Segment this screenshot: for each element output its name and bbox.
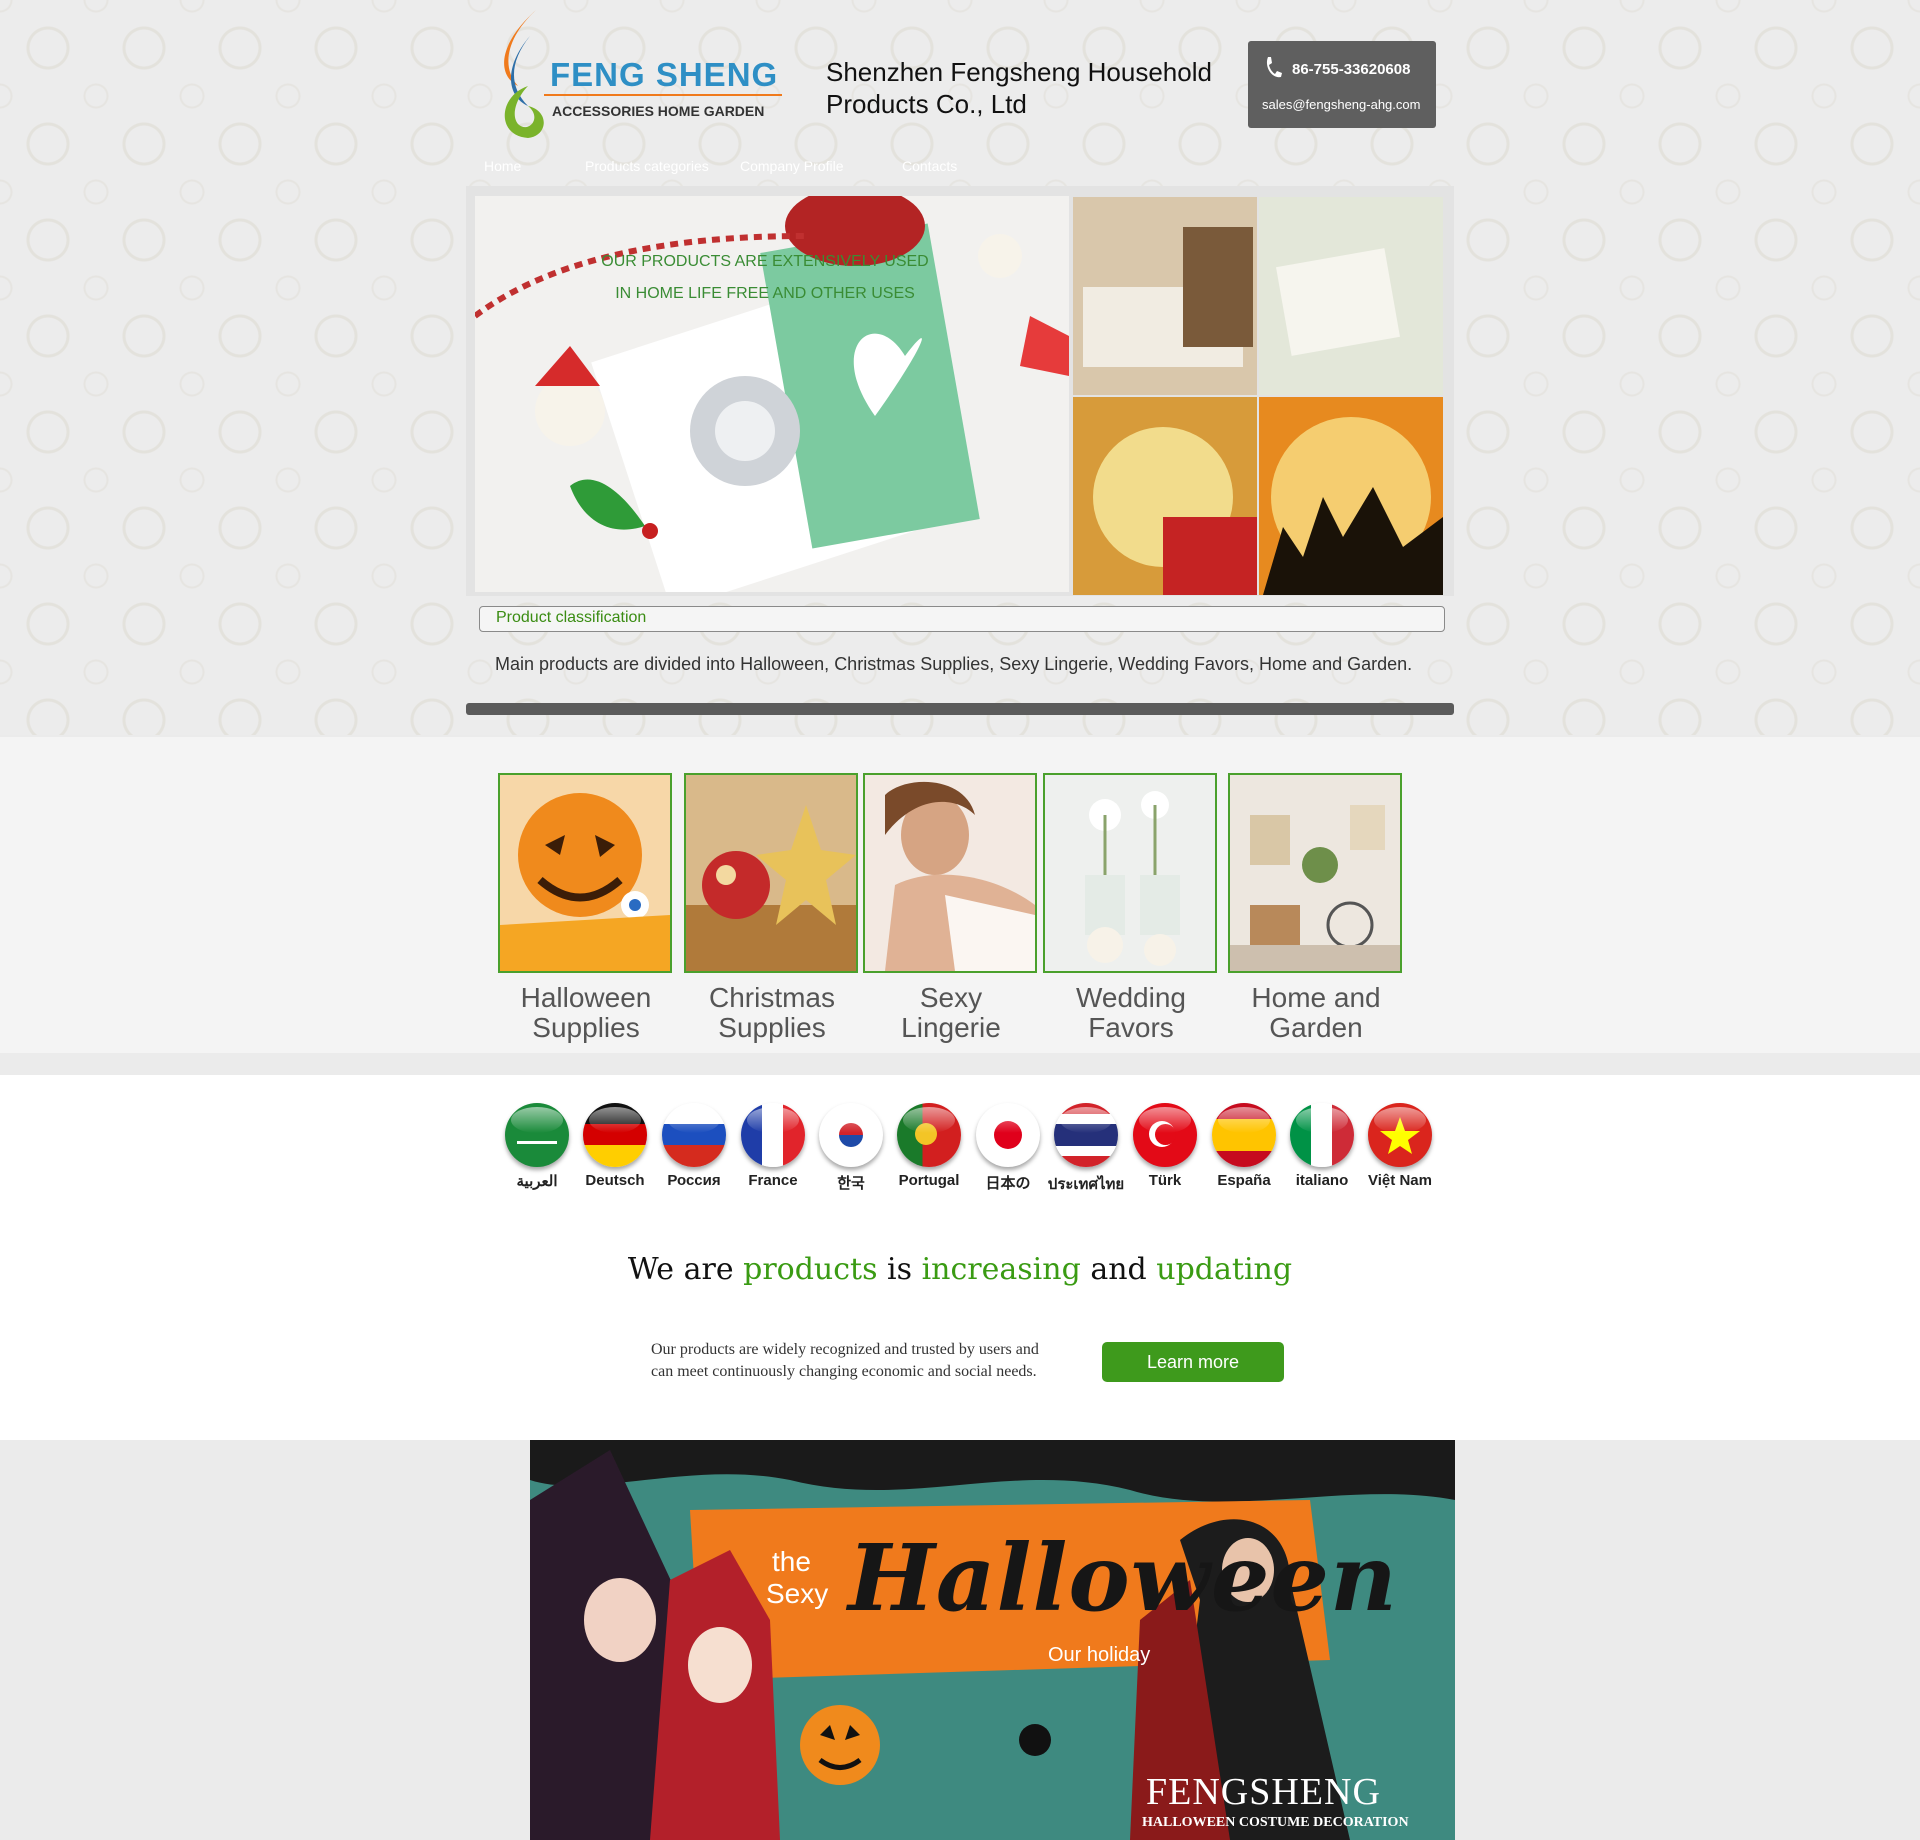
language-portugal[interactable]: Portugal: [890, 1103, 968, 1189]
contact-box: 86-755-33620608 sales@fengsheng-ahg.com: [1248, 41, 1436, 128]
company-name-line2: Products Co., Ltd: [826, 89, 1027, 119]
nav-home[interactable]: Home: [484, 158, 521, 174]
language-turkish[interactable]: Türk: [1126, 1103, 1204, 1189]
france-flag-icon: [741, 1103, 805, 1167]
saudi-flag-icon: [505, 1103, 569, 1167]
company-name: Shenzhen Fengsheng Household Products Co…: [826, 56, 1246, 120]
halloween-title: Halloween: [848, 1524, 1398, 1632]
hero-main-image: OUR PRODUCTS ARE EXTENSIVELY USED IN HOM…: [473, 186, 1069, 610]
classification-title: Product classification: [496, 609, 647, 626]
russia-flag-icon: [662, 1103, 726, 1167]
section-divider: [466, 703, 1454, 715]
language-thai[interactable]: ประเทศไทย: [1047, 1103, 1125, 1196]
halloween-subtitle: Our holiday: [1048, 1644, 1151, 1666]
category-image[interactable]: [498, 773, 672, 973]
category-label: Sexy Lingerie: [901, 982, 1001, 1043]
turkey-flag-icon: [1133, 1103, 1197, 1167]
contact-email[interactable]: sales@fengsheng-ahg.com: [1262, 97, 1420, 112]
nav-products-categories[interactable]: Products categories: [585, 158, 709, 174]
language-russia[interactable]: Россия: [655, 1103, 733, 1189]
category-image[interactable]: [1043, 773, 1217, 973]
language-korean[interactable]: 한국: [812, 1103, 890, 1193]
language-japanese[interactable]: 日本の: [969, 1103, 1047, 1193]
site-logo[interactable]: FENG SHENG ACCESSORIES HOME GARDEN: [488, 6, 788, 141]
halloween-the: the: [772, 1546, 811, 1577]
hero-thumbnail-grid: [1073, 197, 1443, 595]
category-section: Halloween Supplies Christmas Supplies Sexy…: [0, 737, 1920, 1053]
learn-more-button[interactable]: Learn more: [1102, 1342, 1284, 1382]
portugal-flag-icon: [897, 1103, 961, 1167]
logo-tagline: ACCESSORIES HOME GARDEN: [552, 103, 765, 119]
category-image[interactable]: [684, 773, 858, 973]
halloween-sexy: Sexy: [766, 1578, 829, 1609]
hero-text-line2: IN HOME LIFE FREE AND OTHER USES: [615, 285, 915, 302]
category-label: Christmas Supplies: [708, 982, 835, 1043]
nav-company-profile[interactable]: Company Profile: [740, 158, 844, 174]
phone-icon: [1266, 57, 1282, 78]
halloween-brand-sub: HALLOWEEN COSTUME DECORATION: [1142, 1815, 1409, 1830]
logo-name: FENG SHENG: [550, 56, 779, 93]
category-image[interactable]: [863, 773, 1037, 973]
category-label: Home and Garden: [1251, 982, 1381, 1043]
logo-rule: [544, 94, 782, 96]
halloween-banner[interactable]: the Sexy Halloween Our holiday FENGSHENG…: [530, 1440, 1455, 1840]
korea-flag-icon: [819, 1103, 883, 1167]
japan-flag-icon: [976, 1103, 1040, 1167]
promo-headline: We are products is increasing and updati…: [627, 1252, 1293, 1287]
nav-contacts[interactable]: Contacts: [902, 158, 957, 174]
category-label: Wedding Favors: [1075, 982, 1186, 1043]
language-spanish[interactable]: España: [1205, 1103, 1283, 1189]
language-italian[interactable]: italiano: [1283, 1103, 1361, 1189]
halloween-brand: FENGSHENG: [1146, 1771, 1381, 1813]
contact-phone[interactable]: 86-755-33620608: [1292, 61, 1410, 78]
company-name-line1: Shenzhen Fengsheng Household: [826, 57, 1212, 87]
italy-flag-icon: [1290, 1103, 1354, 1167]
germany-flag-icon: [583, 1103, 647, 1167]
language-vietnamese[interactable]: Việt Nam: [1361, 1103, 1439, 1189]
language-arabic[interactable]: العربية: [498, 1103, 576, 1190]
category-image[interactable]: [1228, 773, 1402, 973]
thailand-flag-icon: [1054, 1103, 1118, 1167]
language-deutsch[interactable]: Deutsch: [576, 1103, 654, 1189]
product-classification-bar: Product classification: [479, 606, 1445, 632]
hero-collage-image: [1073, 197, 1443, 595]
promo-description: Our products are widely recognized and t…: [651, 1341, 1039, 1380]
category-label: Halloween Supplies: [520, 982, 652, 1043]
vietnam-flag-icon: [1368, 1103, 1432, 1167]
spain-flag-icon: [1212, 1103, 1276, 1167]
hero-text-line1: OUR PRODUCTS ARE EXTENSIVELY USED: [601, 253, 929, 270]
classification-description: Main products are divided into Halloween…: [495, 654, 1413, 674]
language-france[interactable]: France: [734, 1103, 812, 1189]
